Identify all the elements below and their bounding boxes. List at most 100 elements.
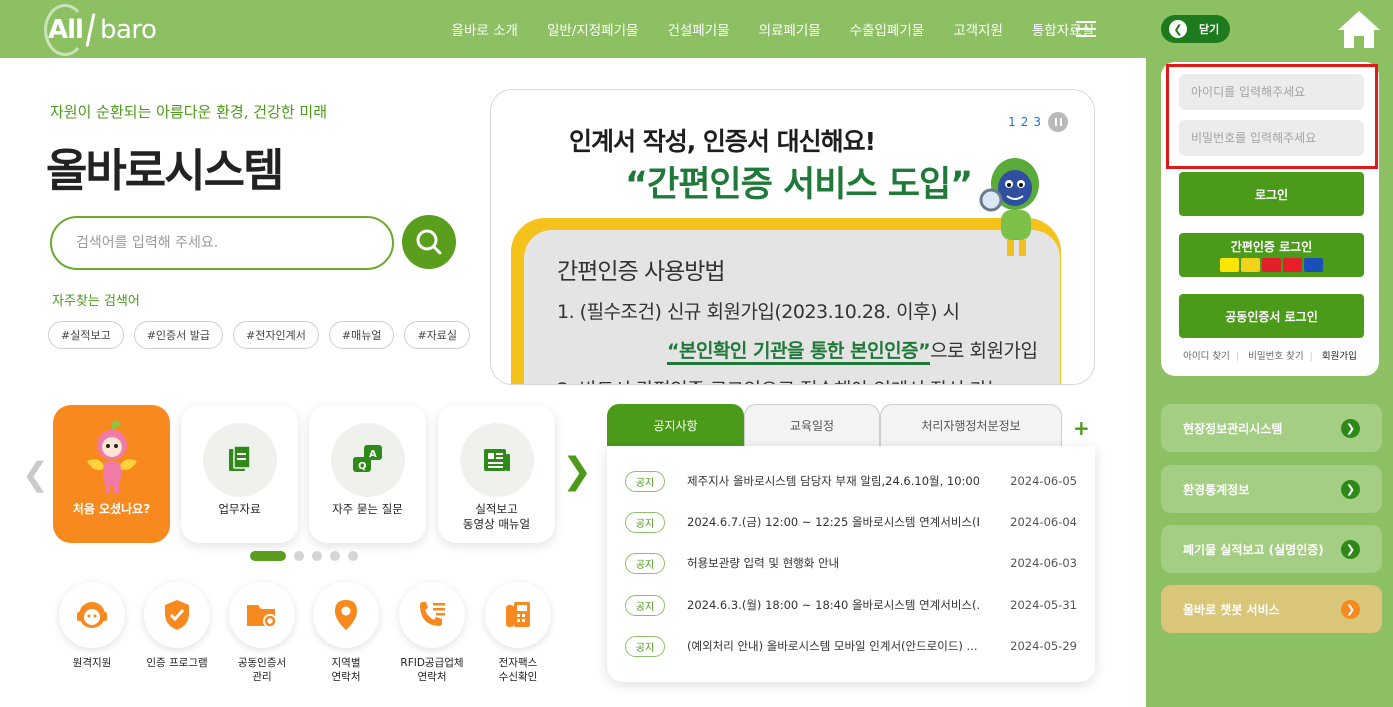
notice-row[interactable]: 공지 허용보관량 입력 및 현행화 안내 2024-06-03	[625, 549, 1077, 577]
quick-card-work-materials[interactable]: 업무자료	[181, 405, 298, 543]
logo-ring-icon	[44, 4, 86, 56]
newspaper-icon	[460, 423, 534, 497]
icon-regional-contacts[interactable]: 지역별 연락처	[301, 582, 391, 684]
pause-icon[interactable]	[1048, 112, 1068, 132]
search-button[interactable]	[402, 215, 456, 269]
quickmenu-next-icon[interactable]: ❯	[562, 451, 592, 492]
nav-item-general-waste[interactable]: 일반/지정폐기물	[547, 19, 639, 39]
notice-row[interactable]: 공지 제주지사 올바로시스템 담당자 부재 알림,24.6.10월, 10:00…	[625, 467, 1077, 495]
notice-title[interactable]: 2024.6.3.(월) 18:00 ~ 18:40 올바로시스템 연계서비스(…	[687, 597, 979, 613]
chevron-left-icon: ❮	[1169, 20, 1187, 38]
notice-title[interactable]: 제주지사 올바로시스템 담당자 부재 알림,24.6.10월, 10:00...	[687, 473, 979, 489]
notice-row[interactable]: 공지 2024.6.7.(금) 12:00 ~ 12:25 올바로시스템 연계서…	[625, 508, 1077, 536]
banner-page-1[interactable]: 1	[1008, 115, 1016, 129]
notice-tabs: 공지사항 교육일정 처리자행정처분정보	[607, 404, 1062, 446]
notice-title[interactable]: (예외처리 안내) 올바로시스템 모바일 인계서(안드로이드) ...	[687, 638, 979, 654]
folder-gear-icon	[229, 582, 295, 648]
notice-badge: 공지	[625, 594, 665, 616]
search-input[interactable]	[52, 218, 392, 268]
notice-badge: 공지	[625, 552, 665, 574]
main-banner[interactable]: 1 2 3 인계서 작성, 인증서 대신해요! “간편인증 서비스 도입” 간편…	[490, 89, 1095, 385]
side-link-label: 올바로 챗봇 서비스	[1183, 602, 1280, 617]
allbaro-logo[interactable]: All baro	[44, 4, 157, 56]
search-tag[interactable]: #인증서 발급	[133, 321, 224, 349]
notice-row[interactable]: 공지 (예외처리 안내) 올바로시스템 모바일 인계서(안드로이드) ... 2…	[625, 632, 1077, 660]
icon-cert-program[interactable]: 인증 프로그램	[132, 582, 222, 670]
nav-item-import-export-waste[interactable]: 수출입폐기물	[850, 19, 925, 39]
easy-auth-login-button[interactable]: 간편인증 로그인	[1179, 233, 1364, 277]
chatbot-service-link[interactable]: 올바로 챗봇 서비스 ❯	[1161, 585, 1382, 633]
search-tag[interactable]: #자료실	[404, 321, 471, 349]
carousel-dot[interactable]	[330, 551, 340, 561]
search-tag[interactable]: #매뉴얼	[328, 321, 395, 349]
fax-icon	[485, 582, 551, 648]
close-panel-button[interactable]: ❮ 닫기	[1161, 15, 1230, 43]
tab-education-schedule[interactable]: 교육일정	[744, 404, 880, 446]
carousel-dot-active[interactable]	[250, 551, 286, 561]
nav-item-intro[interactable]: 올바로 소개	[452, 19, 518, 39]
home-icon[interactable]	[1336, 8, 1382, 50]
env-statistics-link[interactable]: 환경통계정보 ❯	[1161, 465, 1382, 513]
quick-card-label: 실적보고 동영상 매뉴얼	[462, 502, 531, 531]
frequent-search-label: 자주찾는 검색어	[52, 294, 140, 309]
join-link[interactable]: 회원가입	[1322, 351, 1357, 362]
banner-headline: 인계서 작성, 인증서 대신해요!	[569, 127, 876, 156]
more-notices-icon[interactable]: +	[1073, 416, 1090, 440]
banner-page-3[interactable]: 3	[1033, 115, 1041, 129]
carousel-dot[interactable]	[312, 551, 322, 561]
kakao-logo-icon	[1220, 258, 1239, 272]
tab-notices[interactable]: 공지사항	[607, 404, 744, 446]
search-tag[interactable]: #전자인계서	[233, 321, 319, 349]
logo-baro-text: baro	[99, 15, 157, 45]
icon-rfid-contacts[interactable]: RFID공급업체 연락처	[387, 582, 477, 684]
quick-card-video-manual[interactable]: 실적보고 동영상 매뉴얼	[438, 405, 555, 543]
carousel-dots	[250, 551, 366, 561]
notice-list: 공지 제주지사 올바로시스템 담당자 부재 알림,24.6.10월, 10:00…	[607, 446, 1095, 682]
find-id-link[interactable]: 아이디 찾기	[1183, 351, 1230, 362]
notice-title[interactable]: 2024.6.7.(금) 12:00 ~ 12:25 올바로시스템 연계서비스(…	[687, 514, 979, 530]
nav-item-medical-waste[interactable]: 의료폐기물	[759, 19, 821, 39]
chevron-right-icon: ❯	[1341, 599, 1360, 619]
side-link-label: 환경통계정보	[1183, 482, 1250, 497]
find-password-link[interactable]: 비밀번호 찾기	[1248, 351, 1303, 362]
carousel-dot[interactable]	[294, 551, 304, 561]
headset-icon	[59, 582, 125, 648]
nav-item-customer-support[interactable]: 고객지원	[953, 19, 1003, 39]
notice-row[interactable]: 공지 2024.6.3.(월) 18:00 ~ 18:40 올바로시스템 연계서…	[625, 591, 1077, 619]
login-button[interactable]: 로그인	[1179, 172, 1364, 216]
document-icon	[203, 423, 277, 497]
site-info-system-link[interactable]: 현장정보관리시스템 ❯	[1161, 404, 1382, 452]
chevron-right-icon: ❯	[1341, 418, 1360, 438]
banner-step-1-detail: “본인확인 기관을 통한 본인인증”으로 회원가입	[667, 336, 1038, 365]
easy-auth-login-label: 간편인증 로그인	[1230, 240, 1313, 254]
auth-provider-logos	[1219, 258, 1324, 272]
nav-item-construction-waste[interactable]: 건설폐기물	[667, 19, 729, 39]
quick-card-label: 처음 오셨나요?	[72, 502, 151, 516]
quickmenu-prev-icon[interactable]: ❮	[22, 455, 49, 493]
chevron-right-icon: ❯	[1341, 539, 1360, 559]
icon-remote-support[interactable]: 원격지원	[47, 582, 137, 670]
icon-fax-receive[interactable]: 전자팩스 수신확인	[473, 582, 563, 684]
icon-cert-manage[interactable]: 공동인증서 관리	[217, 582, 307, 684]
tab-disposition-info[interactable]: 처리자행정처분정보	[880, 404, 1062, 446]
search-tag[interactable]: #실적보고	[48, 321, 124, 349]
hamburger-menu-icon[interactable]	[1076, 21, 1096, 37]
banner-page-2[interactable]: 2	[1021, 115, 1029, 129]
joint-cert-login-button[interactable]: 공동인증서 로그인	[1179, 294, 1364, 338]
quick-card-first-visit[interactable]: 처음 오셨나요?	[53, 405, 170, 543]
close-panel-label: 닫기	[1199, 23, 1220, 36]
banner-subheadline: “간편인증 서비스 도입”	[625, 165, 973, 205]
quick-card-faq[interactable]: AQ 자주 묻는 질문	[309, 405, 426, 543]
main-nav: 올바로 소개 일반/지정폐기물 건설폐기물 의료폐기물 수출입폐기물 고객지원 …	[423, 0, 1094, 58]
waste-report-link[interactable]: 폐기물 실적보고 (실명인증) ❯	[1161, 525, 1382, 573]
shield-check-icon	[144, 582, 210, 648]
hero-tagline: 자원이 순환되는 아름다운 환경, 건강한 미래	[50, 103, 328, 121]
provider-logo-icon	[1262, 258, 1281, 272]
notice-date: 2024-06-05	[1010, 474, 1077, 488]
account-links: 아이디 찾기 | 비밀번호 찾기 | 회원가입	[1183, 351, 1357, 362]
carousel-dot[interactable]	[348, 551, 358, 561]
notice-title[interactable]: 허용보관량 입력 및 현행화 안내	[687, 555, 979, 571]
notice-date: 2024-06-04	[1010, 515, 1077, 529]
search-box	[50, 216, 394, 270]
notice-badge: 공지	[625, 511, 665, 533]
